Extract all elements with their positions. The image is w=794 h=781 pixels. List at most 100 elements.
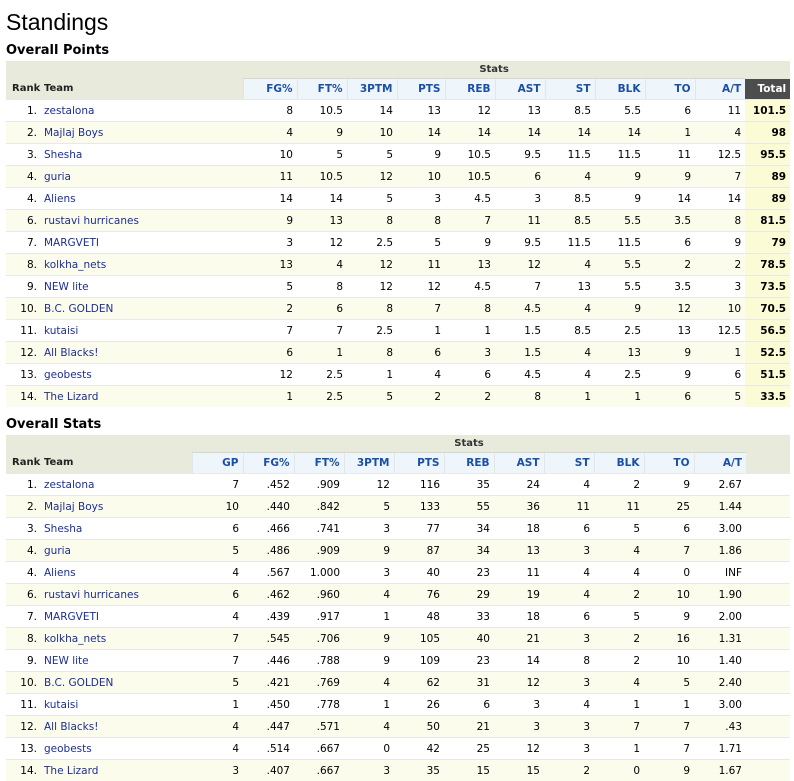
stat-cell-3ptm: 12 bbox=[347, 276, 397, 298]
column-header-fg[interactable]: FG% bbox=[243, 79, 297, 100]
stat-cell-to: 6 bbox=[645, 232, 695, 254]
stat-cell-blk: 5.5 bbox=[595, 254, 645, 276]
column-header-blk[interactable]: BLK bbox=[594, 453, 644, 474]
stat-cell-to: 9 bbox=[645, 364, 695, 386]
column-header-3ptm[interactable]: 3PTM bbox=[344, 453, 394, 474]
stat-cell-a-t: 3 bbox=[695, 276, 745, 298]
stat-cell-pts: 14 bbox=[397, 122, 445, 144]
column-header-reb[interactable]: REB bbox=[444, 453, 494, 474]
team-link[interactable]: B.C. GOLDEN bbox=[41, 298, 243, 320]
stat-cell-a-t: 8 bbox=[695, 210, 745, 232]
stat-cell-3ptm: 8 bbox=[347, 342, 397, 364]
stat-cell-st: 6 bbox=[544, 518, 594, 540]
team-link[interactable]: kolkha_nets bbox=[41, 254, 243, 276]
column-header-pts[interactable]: PTS bbox=[397, 79, 445, 100]
team-link[interactable]: Majlaj Boys bbox=[41, 496, 192, 518]
total-cell: 70.5 bbox=[745, 298, 790, 320]
stat-cell-to: 1 bbox=[645, 122, 695, 144]
column-header-ft[interactable]: FT% bbox=[294, 453, 344, 474]
team-link[interactable]: B.C. GOLDEN bbox=[41, 672, 192, 694]
team-link[interactable]: geobests bbox=[41, 364, 243, 386]
column-header-reb[interactable]: REB bbox=[445, 79, 495, 100]
stat-cell-to: 1 bbox=[644, 694, 694, 716]
column-header-fg[interactable]: FG% bbox=[243, 453, 294, 474]
column-header-ft[interactable]: FT% bbox=[297, 79, 347, 100]
stat-cell-a-t: 1 bbox=[695, 342, 745, 364]
stat-cell-to: 16 bbox=[644, 628, 694, 650]
stat-cell-3ptm: 3 bbox=[344, 518, 394, 540]
rank-cell: 3. bbox=[6, 518, 41, 540]
column-header-total[interactable]: Total bbox=[745, 79, 790, 100]
stat-cell-3ptm: 1 bbox=[344, 694, 394, 716]
team-link[interactable]: Aliens bbox=[41, 562, 192, 584]
team-link[interactable]: NEW lite bbox=[41, 650, 192, 672]
team-link[interactable]: Majlaj Boys bbox=[41, 122, 243, 144]
team-link[interactable]: rustavi hurricanes bbox=[41, 584, 192, 606]
stat-cell-3ptm: 9 bbox=[344, 540, 394, 562]
total-cell: 81.5 bbox=[745, 210, 790, 232]
stat-cell-ast: 14 bbox=[494, 650, 544, 672]
column-header-gp[interactable]: GP bbox=[192, 453, 243, 474]
team-link[interactable]: MARGVETI bbox=[41, 232, 243, 254]
stat-cell-ast: 13 bbox=[494, 540, 544, 562]
column-header-st[interactable]: ST bbox=[544, 453, 594, 474]
table-row: 10.B.C. GOLDEN268784.549121070.5 bbox=[6, 298, 790, 320]
column-header-st[interactable]: ST bbox=[545, 79, 595, 100]
table-row: 4.Aliens1414534.538.59141489 bbox=[6, 188, 790, 210]
table-row: 9.NEW lite5812124.57135.53.5373.5 bbox=[6, 276, 790, 298]
team-link[interactable]: zestalona bbox=[41, 474, 192, 496]
stat-cell-ast: 12 bbox=[494, 672, 544, 694]
team-link[interactable]: NEW lite bbox=[41, 276, 243, 298]
team-link[interactable]: The Lizard bbox=[41, 386, 243, 408]
team-link[interactable]: rustavi hurricanes bbox=[41, 210, 243, 232]
column-header-ast[interactable]: AST bbox=[494, 453, 544, 474]
column-header-a-t[interactable]: A/T bbox=[695, 79, 745, 100]
stat-cell-reb: 21 bbox=[444, 716, 494, 738]
team-link[interactable]: zestalona bbox=[41, 100, 243, 122]
column-header-a-t[interactable]: A/T bbox=[694, 453, 746, 474]
stat-cell-3ptm: 2.5 bbox=[347, 320, 397, 342]
table-row: 2.Majlaj Boys10.440.842513355361111251.4… bbox=[6, 496, 790, 518]
table-row: 4.Aliens4.5671.0003402311440INF bbox=[6, 562, 790, 584]
column-header-blk[interactable]: BLK bbox=[595, 79, 645, 100]
stat-cell-reb: 6 bbox=[444, 694, 494, 716]
rank-cell: 12. bbox=[6, 342, 41, 364]
stat-cell-pts: 48 bbox=[394, 606, 444, 628]
column-header-to[interactable]: TO bbox=[644, 453, 694, 474]
column-header-ast[interactable]: AST bbox=[495, 79, 545, 100]
team-link[interactable]: kolkha_nets bbox=[41, 628, 192, 650]
team-link[interactable]: All Blacks! bbox=[41, 716, 192, 738]
stat-cell-to: 9 bbox=[644, 474, 694, 496]
stat-cell-reb: 13 bbox=[445, 254, 495, 276]
stat-cell-fg: 5 bbox=[243, 276, 297, 298]
stat-cell-to: 7 bbox=[644, 738, 694, 760]
team-link[interactable]: All Blacks! bbox=[41, 342, 243, 364]
team-link[interactable]: guria bbox=[41, 540, 192, 562]
rank-header: Rank bbox=[6, 79, 41, 100]
table-row: 3.Shesha1055910.59.511.511.51112.595.5 bbox=[6, 144, 790, 166]
team-link[interactable]: kutaisi bbox=[41, 694, 192, 716]
team-link[interactable]: MARGVETI bbox=[41, 606, 192, 628]
team-link[interactable]: kutaisi bbox=[41, 320, 243, 342]
stat-cell-fg: .486 bbox=[243, 540, 294, 562]
stat-cell-pts: 9 bbox=[397, 144, 445, 166]
stat-cell-a-t: 5 bbox=[695, 386, 745, 408]
stat-cell-st: 8.5 bbox=[545, 320, 595, 342]
column-header-to[interactable]: TO bbox=[645, 79, 695, 100]
team-link[interactable]: Aliens bbox=[41, 188, 243, 210]
stat-cell-blk: 11 bbox=[594, 496, 644, 518]
stat-cell-3ptm: 3 bbox=[344, 562, 394, 584]
stat-cell-reb: 35 bbox=[444, 474, 494, 496]
column-header-3ptm[interactable]: 3PTM bbox=[347, 79, 397, 100]
column-header-pts[interactable]: PTS bbox=[394, 453, 444, 474]
stat-cell-st: 4 bbox=[545, 298, 595, 320]
stat-cell-to: 7 bbox=[644, 540, 694, 562]
stat-cell-ft: .706 bbox=[294, 628, 344, 650]
stat-cell-to: 9 bbox=[645, 166, 695, 188]
team-link[interactable]: geobests bbox=[41, 738, 192, 760]
stat-cell-fg: 14 bbox=[243, 188, 297, 210]
stat-cell-3ptm: 5 bbox=[344, 496, 394, 518]
team-link[interactable]: guria bbox=[41, 166, 243, 188]
team-link[interactable]: Shesha bbox=[41, 144, 243, 166]
team-link[interactable]: Shesha bbox=[41, 518, 192, 540]
